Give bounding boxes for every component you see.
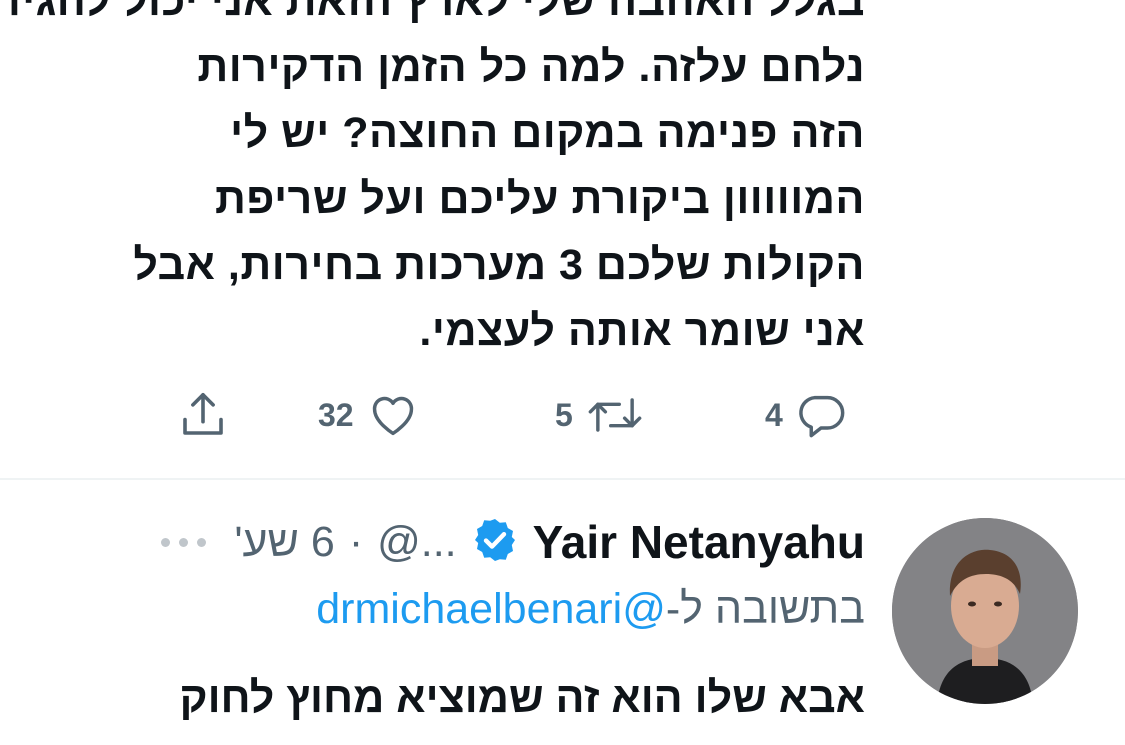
replying-to: בתשובה ל-@drmichaelbenari (45, 585, 865, 649)
tweet-text-line: אני שומר אותה לעצמי. (419, 307, 865, 355)
replying-to-label: בתשובה ל- (665, 585, 865, 633)
retweet-button[interactable]: 5 (555, 385, 645, 445)
more-icon[interactable] (161, 537, 207, 547)
handle[interactable]: @... (377, 518, 457, 567)
share-button[interactable] (176, 385, 230, 445)
share-icon (176, 388, 230, 442)
tweet-text-line: נלחם עלזה. למה כל הזמן הדקירות (197, 43, 865, 91)
like-button[interactable]: 32 (318, 385, 420, 445)
separator-dot: · (348, 517, 364, 566)
reply-button[interactable]: 4 (765, 385, 847, 445)
retweet-icon (585, 389, 645, 441)
more-dot (161, 537, 171, 547)
verified-badge-icon (471, 516, 519, 569)
like-icon (366, 389, 420, 441)
avatar-photo (892, 518, 1078, 704)
retweet-count: 5 (555, 396, 573, 433)
tweet-text-line: הזה פנימה במקום החוצה? יש לי (230, 109, 865, 157)
tweet-text-line: בגלל האהבה שלי לארץ הזאת אני יכול להגיד (0, 0, 865, 25)
tweet-text-line: המווווון ביקורת עליכם ועל שריפת (215, 175, 865, 223)
tweet-text: בגלל האהבה שלי לארץ הזאת אני יכול להגיד … (0, 0, 865, 364)
reply-tweet-text: אבא שלו הוא זה שמוציא מחוץ לחוק (179, 674, 865, 722)
avatar[interactable] (892, 518, 1078, 704)
like-count: 32 (318, 396, 354, 433)
more-dot (179, 537, 189, 547)
tweet-text-line: הקולות שלכם 3 מערכות בחירות, אבל (133, 241, 865, 289)
tweet-actions: 4 5 32 (0, 385, 1125, 445)
reply-icon (795, 389, 847, 441)
reply-count: 4 (765, 396, 783, 433)
timestamp[interactable]: 6 שע' (234, 518, 335, 567)
replying-to-mention-link[interactable]: @drmichaelbenari (316, 585, 666, 633)
tweet-divider (0, 478, 1125, 480)
tweet: בגלל האהבה שלי לארץ הזאת אני יכול להגיד … (0, 0, 1125, 478)
reply-tweet-header: Yair Netanyahu @... · 6 שע' (45, 510, 865, 574)
more-dot (197, 537, 207, 547)
display-name[interactable]: Yair Netanyahu (533, 515, 865, 569)
